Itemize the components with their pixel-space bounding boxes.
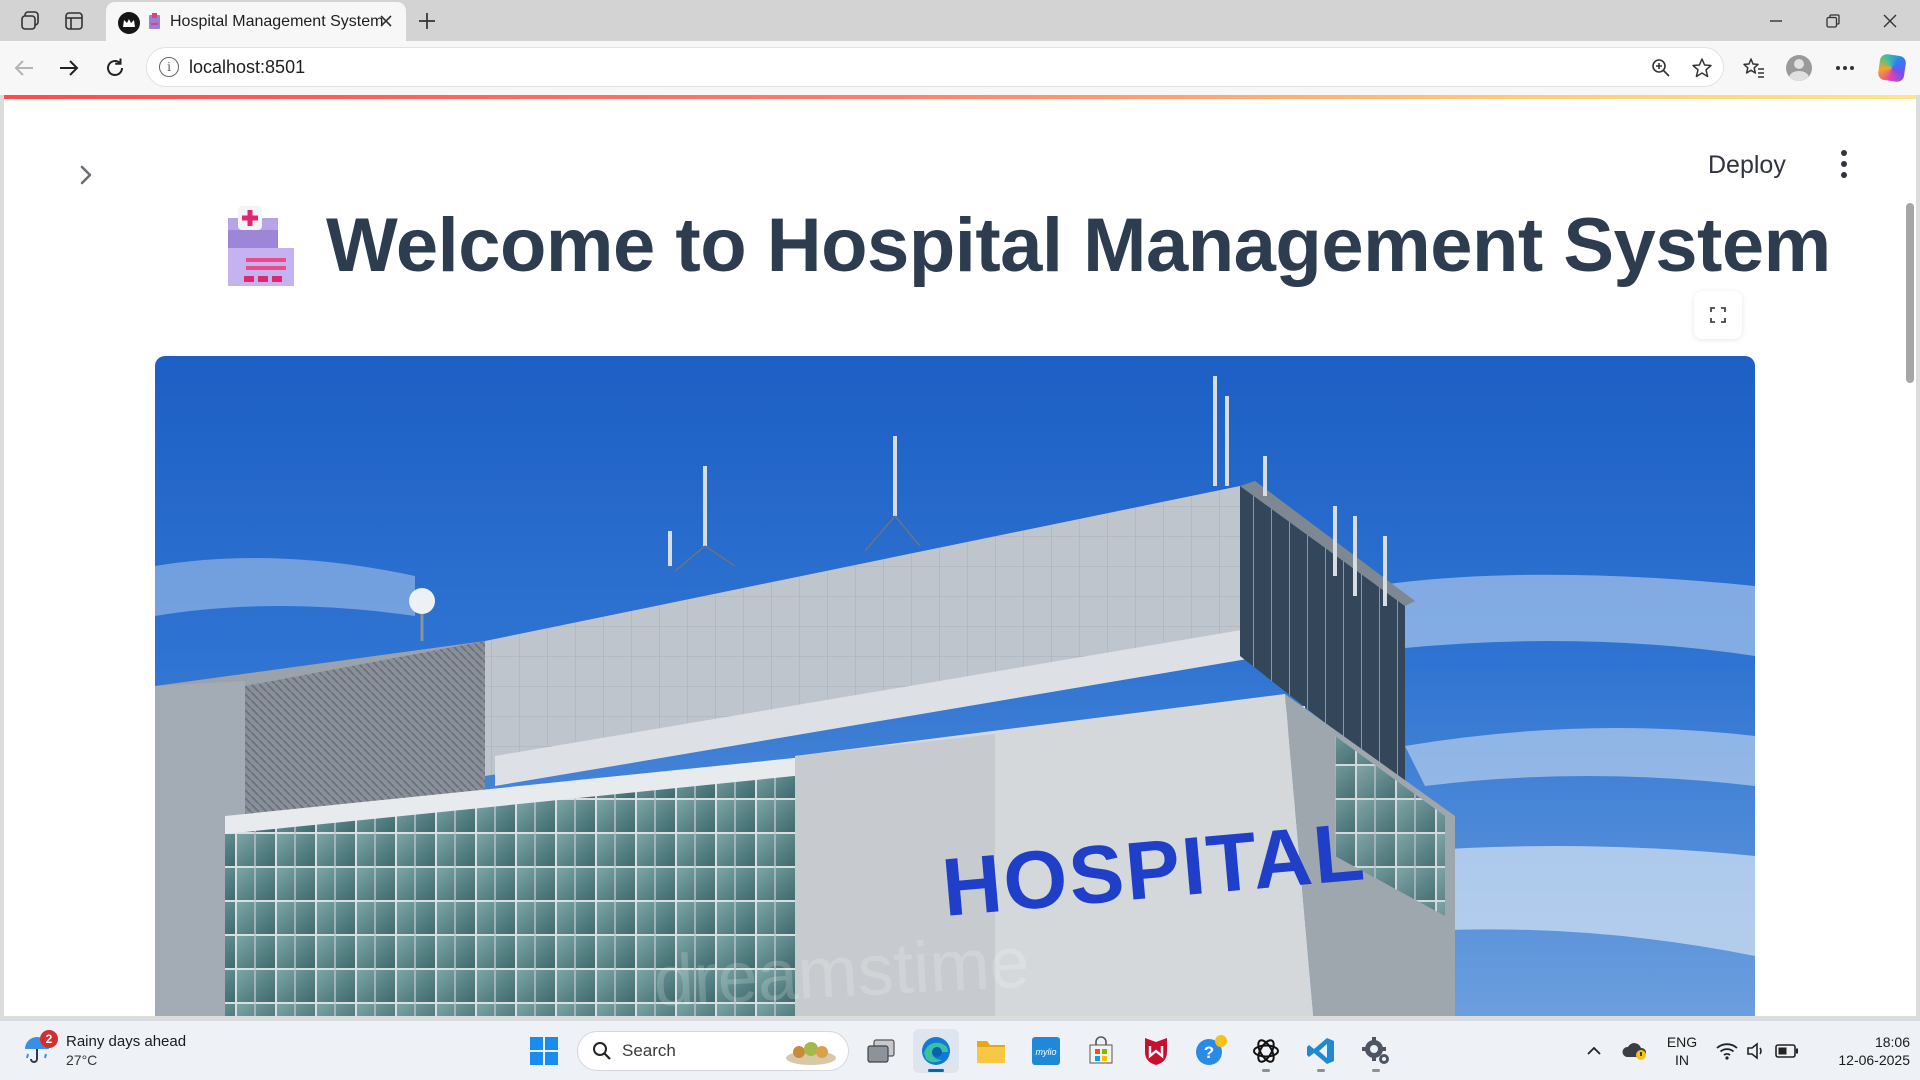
settings-icon[interactable] <box>1353 1029 1399 1073</box>
forward-icon[interactable] <box>51 50 87 86</box>
title-block: Welcome to Hospital Management System <box>224 195 1831 295</box>
zoom-icon[interactable] <box>1649 56 1673 80</box>
new-tab-icon[interactable] <box>413 7 441 35</box>
start-icon[interactable] <box>521 1029 567 1073</box>
task-view-icon[interactable] <box>858 1029 904 1073</box>
workspaces-icon[interactable] <box>14 8 46 34</box>
volume-icon[interactable] <box>1744 1035 1768 1067</box>
search-icon <box>593 1042 611 1060</box>
language-indicator[interactable]: ENG IN <box>1664 1033 1700 1069</box>
favorite-star-icon[interactable] <box>1690 56 1714 80</box>
weather-badge: 2 <box>40 1030 58 1048</box>
page-scrollbar[interactable] <box>1904 203 1916 383</box>
hospital-building-image: HOSPITAL dreamstime <box>155 356 1755 1016</box>
weather-temperature: 27°C <box>66 1052 98 1068</box>
clock-date: 12-06-2025 <box>1838 1052 1910 1068</box>
main-menu-icon[interactable] <box>1828 144 1860 184</box>
wifi-icon[interactable] <box>1714 1035 1740 1067</box>
address-bar[interactable]: i localhost:8501 <box>146 47 1724 87</box>
expand-sidebar-icon[interactable] <box>68 157 104 193</box>
close-tab-icon[interactable] <box>376 11 396 31</box>
favorites-icon[interactable] <box>1738 52 1770 84</box>
vertical-tabs-icon[interactable] <box>58 8 90 34</box>
hospital-emoji-icon <box>224 204 296 286</box>
address-url[interactable]: localhost:8501 <box>189 57 305 78</box>
microsoft-store-icon[interactable] <box>1078 1029 1124 1073</box>
get-help-icon[interactable]: ? <box>1188 1029 1234 1073</box>
browser-tab-active[interactable]: Hospital Management System <box>106 2 406 41</box>
streamlit-favicon-icon <box>118 12 140 34</box>
clock-time: 18:06 <box>1874 1034 1910 1050</box>
windows-taskbar: 2 Rainy days ahead 27°C Search mylio ? E… <box>0 1020 1920 1080</box>
edge-icon[interactable] <box>913 1029 959 1073</box>
file-explorer-icon[interactable] <box>968 1029 1014 1073</box>
vscode-icon[interactable] <box>1298 1029 1344 1073</box>
svg-text:?: ? <box>1204 1043 1214 1062</box>
svg-text:mylio: mylio <box>1035 1047 1056 1057</box>
mcafee-icon[interactable] <box>1133 1029 1179 1073</box>
deploy-button[interactable]: Deploy <box>1698 145 1796 185</box>
umbrella-rain-icon: 2 <box>22 1030 58 1068</box>
close-window-icon[interactable] <box>1870 8 1910 34</box>
page-title: Welcome to Hospital Management System <box>326 202 1831 288</box>
tab-title: Hospital Management System <box>170 13 384 30</box>
taskbar-search-box[interactable]: Search <box>577 1031 849 1071</box>
language-code: ENG <box>1666 1034 1698 1050</box>
restore-icon[interactable] <box>1813 8 1853 34</box>
weather-widget[interactable]: 2 Rainy days ahead 27°C <box>22 1029 186 1073</box>
fullscreen-icon[interactable] <box>1694 291 1742 339</box>
streamlit-page: Deploy Welcome to Hospital Management Sy… <box>4 95 1916 1016</box>
browser-tab-strip: Hospital Management System <box>0 0 1920 41</box>
header-decoration <box>4 95 1916 99</box>
chatgpt-icon[interactable] <box>1243 1029 1289 1073</box>
profile-avatar[interactable] <box>1783 52 1815 84</box>
region-code: IN <box>1675 1052 1689 1068</box>
show-hidden-icons-chevron-icon[interactable] <box>1582 1035 1606 1067</box>
weather-title: Rainy days ahead <box>66 1033 187 1050</box>
site-info-icon[interactable]: i <box>159 57 179 77</box>
battery-icon[interactable] <box>1773 1035 1801 1067</box>
refresh-icon[interactable] <box>97 50 133 86</box>
minimize-icon[interactable] <box>1756 8 1796 34</box>
taskbar-search-placeholder: Search <box>622 1041 676 1060</box>
mylio-icon[interactable]: mylio <box>1023 1029 1069 1073</box>
more-menu-icon[interactable] <box>1829 52 1861 84</box>
hospital-favicon-icon <box>148 13 161 29</box>
copilot-icon[interactable] <box>1876 52 1908 84</box>
onedrive-warning-icon[interactable] <box>1620 1035 1650 1067</box>
search-highlight-food-icon <box>786 1042 836 1065</box>
browser-toolbar: i localhost:8501 <box>0 41 1920 95</box>
back-icon[interactable] <box>6 50 42 86</box>
taskbar-clock[interactable]: 18:06 12-06-2025 <box>1810 1033 1910 1069</box>
